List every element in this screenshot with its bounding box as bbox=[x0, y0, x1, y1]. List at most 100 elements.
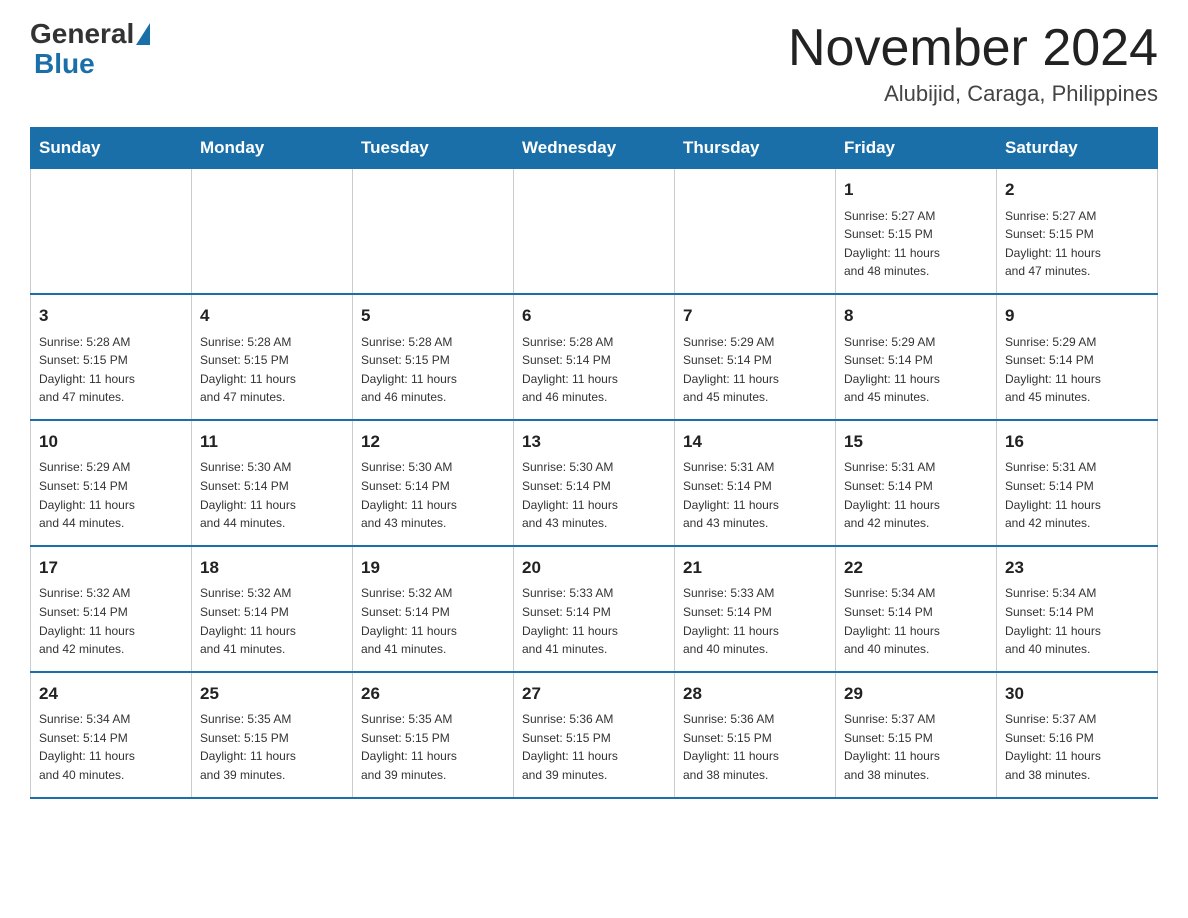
header-friday: Friday bbox=[836, 128, 997, 169]
calendar-cell: 28 Sunrise: 5:36 AMSunset: 5:15 PMDayligh… bbox=[675, 672, 836, 798]
logo-text: General bbox=[30, 20, 152, 48]
calendar-cell bbox=[675, 169, 836, 294]
day-number: 26 bbox=[361, 681, 505, 707]
day-number: 9 bbox=[1005, 303, 1149, 329]
calendar-cell: 4 Sunrise: 5:28 AMSunset: 5:15 PMDaylight… bbox=[192, 294, 353, 420]
day-info: Sunrise: 5:33 AMSunset: 5:14 PMDaylight:… bbox=[683, 584, 827, 658]
day-number: 23 bbox=[1005, 555, 1149, 581]
day-info: Sunrise: 5:28 AMSunset: 5:15 PMDaylight:… bbox=[361, 333, 505, 407]
calendar-cell: 6Sunrise: 5:28 AMSunset: 5:14 PMDaylight… bbox=[514, 294, 675, 420]
day-number: 12 bbox=[361, 429, 505, 455]
day-number: 25 bbox=[200, 681, 344, 707]
day-info: Sunrise: 5:36 AMSunset: 5:15 PMDaylight:… bbox=[683, 710, 827, 784]
logo-blue-text: Blue bbox=[34, 48, 95, 79]
location-title: Alubijid, Caraga, Philippines bbox=[788, 81, 1158, 107]
calendar-cell: 30 Sunrise: 5:37 AMSunset: 5:16 PMDayligh… bbox=[997, 672, 1158, 798]
day-info: Sunrise: 5:27 AMSunset: 5:15 PMDaylight:… bbox=[844, 207, 988, 281]
day-number: 5 bbox=[361, 303, 505, 329]
day-number: 22 bbox=[844, 555, 988, 581]
day-info: Sunrise: 5:28 AMSunset: 5:15 PMDaylight:… bbox=[39, 333, 183, 407]
day-number: 13 bbox=[522, 429, 666, 455]
header-saturday: Saturday bbox=[997, 128, 1158, 169]
day-number: 16 bbox=[1005, 429, 1149, 455]
calendar-cell: 8 Sunrise: 5:29 AMSunset: 5:14 PMDaylight… bbox=[836, 294, 997, 420]
calendar-cell: 3Sunrise: 5:28 AMSunset: 5:15 PMDaylight… bbox=[31, 294, 192, 420]
day-number: 4 bbox=[200, 303, 344, 329]
calendar-cell: 26 Sunrise: 5:35 AMSunset: 5:15 PMDayligh… bbox=[353, 672, 514, 798]
day-info: Sunrise: 5:29 AMSunset: 5:14 PMDaylight:… bbox=[1005, 333, 1149, 407]
calendar-cell: 16Sunrise: 5:31 AMSunset: 5:14 PMDayligh… bbox=[997, 420, 1158, 546]
calendar-week-5: 24 Sunrise: 5:34 AMSunset: 5:14 PMDayligh… bbox=[31, 672, 1158, 798]
title-area: November 2024 Alubijid, Caraga, Philippi… bbox=[788, 20, 1158, 107]
day-number: 28 bbox=[683, 681, 827, 707]
day-number: 19 bbox=[361, 555, 505, 581]
calendar-week-3: 10 Sunrise: 5:29 AMSunset: 5:14 PMDayligh… bbox=[31, 420, 1158, 546]
day-info: Sunrise: 5:29 AMSunset: 5:14 PMDaylight:… bbox=[683, 333, 827, 407]
day-info: Sunrise: 5:34 AMSunset: 5:14 PMDaylight:… bbox=[1005, 584, 1149, 658]
calendar-cell: 24 Sunrise: 5:34 AMSunset: 5:14 PMDayligh… bbox=[31, 672, 192, 798]
day-info: Sunrise: 5:29 AMSunset: 5:14 PMDaylight:… bbox=[39, 458, 183, 532]
day-number: 1 bbox=[844, 177, 988, 203]
calendar-cell: 9 Sunrise: 5:29 AMSunset: 5:14 PMDaylight… bbox=[997, 294, 1158, 420]
header-wednesday: Wednesday bbox=[514, 128, 675, 169]
day-number: 30 bbox=[1005, 681, 1149, 707]
day-info: Sunrise: 5:31 AMSunset: 5:14 PMDaylight:… bbox=[683, 458, 827, 532]
calendar-cell: 5 Sunrise: 5:28 AMSunset: 5:15 PMDaylight… bbox=[353, 294, 514, 420]
day-info: Sunrise: 5:35 AMSunset: 5:15 PMDaylight:… bbox=[361, 710, 505, 784]
day-info: Sunrise: 5:37 AMSunset: 5:15 PMDaylight:… bbox=[844, 710, 988, 784]
calendar-header-row: SundayMondayTuesdayWednesdayThursdayFrid… bbox=[31, 128, 1158, 169]
calendar-cell: 17 Sunrise: 5:32 AMSunset: 5:14 PMDayligh… bbox=[31, 546, 192, 672]
calendar-cell: 20Sunrise: 5:33 AMSunset: 5:14 PMDayligh… bbox=[514, 546, 675, 672]
day-number: 18 bbox=[200, 555, 344, 581]
calendar-cell: 23 Sunrise: 5:34 AMSunset: 5:14 PMDayligh… bbox=[997, 546, 1158, 672]
day-number: 15 bbox=[844, 429, 988, 455]
calendar-cell: 7 Sunrise: 5:29 AMSunset: 5:14 PMDaylight… bbox=[675, 294, 836, 420]
header-sunday: Sunday bbox=[31, 128, 192, 169]
calendar-cell bbox=[514, 169, 675, 294]
day-number: 27 bbox=[522, 681, 666, 707]
calendar-cell: 13 Sunrise: 5:30 AMSunset: 5:14 PMDayligh… bbox=[514, 420, 675, 546]
calendar-cell: 27 Sunrise: 5:36 AMSunset: 5:15 PMDayligh… bbox=[514, 672, 675, 798]
calendar-cell: 2 Sunrise: 5:27 AMSunset: 5:15 PMDaylight… bbox=[997, 169, 1158, 294]
day-info: Sunrise: 5:32 AMSunset: 5:14 PMDaylight:… bbox=[200, 584, 344, 658]
day-info: Sunrise: 5:36 AMSunset: 5:15 PMDaylight:… bbox=[522, 710, 666, 784]
day-info: Sunrise: 5:32 AMSunset: 5:14 PMDaylight:… bbox=[361, 584, 505, 658]
header: General Blue November 2024 Alubijid, Car… bbox=[30, 20, 1158, 107]
day-info: Sunrise: 5:35 AMSunset: 5:15 PMDaylight:… bbox=[200, 710, 344, 784]
day-info: Sunrise: 5:34 AMSunset: 5:14 PMDaylight:… bbox=[39, 710, 183, 784]
calendar-cell bbox=[353, 169, 514, 294]
day-info: Sunrise: 5:30 AMSunset: 5:14 PMDaylight:… bbox=[522, 458, 666, 532]
calendar-cell: 25 Sunrise: 5:35 AMSunset: 5:15 PMDayligh… bbox=[192, 672, 353, 798]
logo: General Blue bbox=[30, 20, 152, 80]
day-info: Sunrise: 5:37 AMSunset: 5:16 PMDaylight:… bbox=[1005, 710, 1149, 784]
calendar-week-1: 1 Sunrise: 5:27 AMSunset: 5:15 PMDaylight… bbox=[31, 169, 1158, 294]
calendar-cell: 18 Sunrise: 5:32 AMSunset: 5:14 PMDayligh… bbox=[192, 546, 353, 672]
calendar-cell: 29 Sunrise: 5:37 AMSunset: 5:15 PMDayligh… bbox=[836, 672, 997, 798]
day-info: Sunrise: 5:29 AMSunset: 5:14 PMDaylight:… bbox=[844, 333, 988, 407]
calendar-week-2: 3Sunrise: 5:28 AMSunset: 5:15 PMDaylight… bbox=[31, 294, 1158, 420]
day-number: 10 bbox=[39, 429, 183, 455]
day-info: Sunrise: 5:32 AMSunset: 5:14 PMDaylight:… bbox=[39, 584, 183, 658]
day-number: 29 bbox=[844, 681, 988, 707]
header-tuesday: Tuesday bbox=[353, 128, 514, 169]
day-number: 17 bbox=[39, 555, 183, 581]
calendar-cell bbox=[31, 169, 192, 294]
day-number: 8 bbox=[844, 303, 988, 329]
day-number: 2 bbox=[1005, 177, 1149, 203]
day-number: 11 bbox=[200, 429, 344, 455]
calendar-cell: 14 Sunrise: 5:31 AMSunset: 5:14 PMDayligh… bbox=[675, 420, 836, 546]
day-info: Sunrise: 5:28 AMSunset: 5:15 PMDaylight:… bbox=[200, 333, 344, 407]
header-thursday: Thursday bbox=[675, 128, 836, 169]
day-number: 7 bbox=[683, 303, 827, 329]
day-info: Sunrise: 5:33 AMSunset: 5:14 PMDaylight:… bbox=[522, 584, 666, 658]
day-number: 24 bbox=[39, 681, 183, 707]
logo-general-text: General bbox=[30, 20, 134, 48]
day-number: 21 bbox=[683, 555, 827, 581]
day-info: Sunrise: 5:31 AMSunset: 5:14 PMDaylight:… bbox=[844, 458, 988, 532]
day-info: Sunrise: 5:27 AMSunset: 5:15 PMDaylight:… bbox=[1005, 207, 1149, 281]
calendar-cell: 22Sunrise: 5:34 AMSunset: 5:14 PMDayligh… bbox=[836, 546, 997, 672]
month-title: November 2024 bbox=[788, 20, 1158, 77]
calendar-cell: 12Sunrise: 5:30 AMSunset: 5:14 PMDayligh… bbox=[353, 420, 514, 546]
calendar-cell: 21 Sunrise: 5:33 AMSunset: 5:14 PMDayligh… bbox=[675, 546, 836, 672]
day-number: 14 bbox=[683, 429, 827, 455]
